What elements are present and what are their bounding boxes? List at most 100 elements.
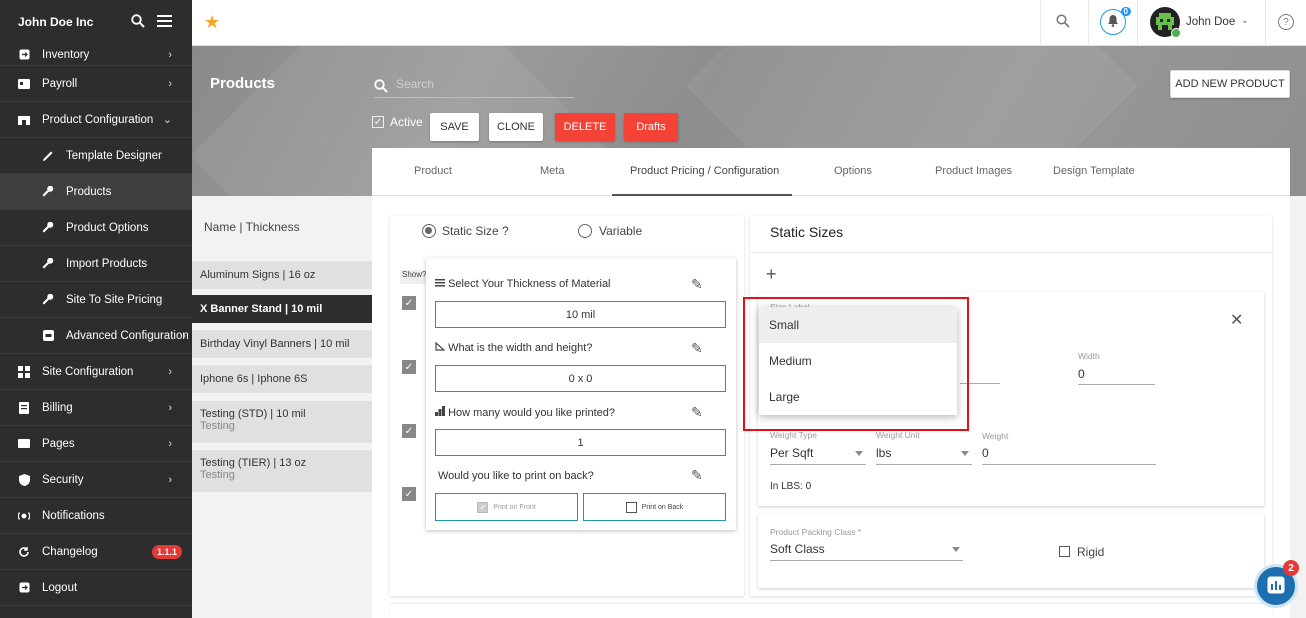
sidebar-item-site-configuration[interactable]: Site Configuration › <box>0 354 192 390</box>
question-label: What is the width and height? <box>435 341 592 354</box>
sidebar-item-products[interactable]: Products <box>0 174 192 210</box>
product-list-item[interactable]: Testing (TIER) | 13 oz Testing <box>192 450 372 492</box>
notifications-bell-button[interactable]: 0 <box>1100 7 1131 35</box>
dropdown-caret-icon <box>855 451 863 456</box>
measure-icon <box>435 341 446 354</box>
payroll-icon <box>18 78 30 90</box>
store-icon <box>18 114 30 126</box>
add-new-product-button[interactable]: ADD NEW PRODUCT <box>1170 70 1290 98</box>
question-answer-box[interactable]: 1 <box>435 429 726 456</box>
chevron-right-icon: › <box>168 401 172 414</box>
close-icon[interactable]: ✕ <box>1230 310 1243 330</box>
weight-unit-select[interactable]: lbs <box>876 446 891 460</box>
add-size-plus-icon[interactable]: + <box>766 264 777 285</box>
pages-icon <box>18 438 30 450</box>
clone-button[interactable]: CLONE <box>489 113 543 141</box>
product-list-item[interactable]: Testing (STD) | 10 mil Testing <box>192 401 372 443</box>
product-list-header: Name | Thickness <box>204 220 300 234</box>
show-checkbox[interactable]: ✓ <box>402 296 416 310</box>
sidebar-item-changelog[interactable]: Changelog 1.1.1 <box>0 534 192 570</box>
help-icon[interactable]: ? <box>1278 14 1294 30</box>
sidebar-item-security[interactable]: Security › <box>0 462 192 498</box>
tab-product[interactable]: Product <box>414 165 452 177</box>
pencil-icon <box>42 150 54 162</box>
bell-icon <box>1107 14 1119 30</box>
field-underline <box>1078 384 1155 385</box>
product-list-item[interactable]: Birthday Vinyl Banners | 10 mil <box>192 330 372 358</box>
tab-options[interactable]: Options <box>834 165 872 177</box>
edit-pencil-icon[interactable]: ✎ <box>691 404 703 421</box>
tab-meta[interactable]: Meta <box>540 165 564 177</box>
sidebar-item-billing[interactable]: Billing › <box>0 390 192 426</box>
packing-class-card <box>758 514 1264 588</box>
stack-icon <box>435 406 445 419</box>
search-input[interactable] <box>396 77 571 91</box>
sidebar-item-payroll[interactable]: Payroll › <box>0 66 192 102</box>
product-list-item[interactable]: Aluminum Signs | 16 oz <box>192 261 372 289</box>
sidebar-item-pages[interactable]: Pages › <box>0 426 192 462</box>
question-answer-box[interactable]: 10 mil <box>435 301 726 328</box>
print-on-back-option[interactable]: Print on Back <box>583 493 726 521</box>
search-icon[interactable] <box>1056 14 1070 31</box>
question-answer-box[interactable]: 0 x 0 <box>435 365 726 392</box>
highlight-box <box>743 297 969 431</box>
edit-pencil-icon[interactable]: ✎ <box>691 467 703 484</box>
weight-type-label: Weight Type <box>770 430 817 440</box>
sidebar-item-inventory[interactable]: Inventory › <box>0 44 192 66</box>
print-on-front-option[interactable]: ✓ Print on Front <box>435 493 578 521</box>
sidebar: John Doe Inc Inventory › Payroll › Produ… <box>0 0 192 618</box>
show-checkbox[interactable]: ✓ <box>402 487 416 501</box>
delete-button[interactable]: DELETE <box>555 113 615 141</box>
sidebar-item-product-options[interactable]: Product Options <box>0 210 192 246</box>
chevron-right-icon: › <box>168 437 172 450</box>
in-lbs-readout: In LBS: 0 <box>770 481 812 492</box>
search-icon[interactable] <box>131 14 145 31</box>
tab-product-images[interactable]: Product Images <box>935 165 1012 177</box>
chevron-right-icon: › <box>168 473 172 486</box>
sidebar-item-logout[interactable]: Logout <box>0 570 192 606</box>
weight-unit-label: Weight Unit <box>876 430 920 440</box>
width-field[interactable]: 0 <box>1078 367 1085 381</box>
static-size-radio[interactable] <box>422 224 436 238</box>
broadcast-icon <box>18 510 30 522</box>
weight-label: Weight <box>982 431 1009 441</box>
packing-class-select[interactable]: Soft Class <box>770 542 825 556</box>
hamburger-menu-icon[interactable] <box>157 14 172 31</box>
show-checkbox[interactable]: ✓ <box>402 424 416 438</box>
drafts-button[interactable]: Drafts <box>624 113 678 141</box>
product-list-item[interactable]: Iphone 6s | Iphone 6S <box>192 365 372 393</box>
next-section-card <box>390 604 1272 618</box>
chevron-down-icon: ⌄ <box>162 114 172 126</box>
question-label: Select Your Thickness of Material <box>435 278 611 290</box>
weight-type-select[interactable]: Per Sqft <box>770 446 813 460</box>
edit-pencil-icon[interactable]: ✎ <box>691 276 703 293</box>
show-checkbox[interactable]: ✓ <box>402 360 416 374</box>
sidebar-item-template-designer[interactable]: Template Designer <box>0 138 192 174</box>
billing-icon <box>18 401 30 414</box>
active-checkbox[interactable]: ✓ <box>372 116 384 128</box>
rigid-checkbox[interactable] <box>1059 546 1070 557</box>
sidebar-item-product-configuration[interactable]: Product Configuration ⌄ <box>0 102 192 138</box>
sidebar-item-site-to-site-pricing[interactable]: Site To Site Pricing <box>0 282 192 318</box>
product-search <box>374 76 574 98</box>
variable-radio[interactable] <box>578 224 592 238</box>
sidebar-item-notifications[interactable]: Notifications <box>0 498 192 534</box>
user-name[interactable]: John Doe <box>1186 16 1235 28</box>
page-title: Products <box>210 75 276 92</box>
star-icon[interactable]: ★ <box>204 12 220 33</box>
brand-bar: John Doe Inc <box>0 0 192 44</box>
wrench-icon <box>42 293 54 306</box>
tab-product-pricing-configuration[interactable]: Product Pricing / Configuration <box>630 165 779 177</box>
list-icon <box>435 278 445 290</box>
weight-field[interactable]: 0 <box>982 446 989 460</box>
question-label: How many would you like printed? <box>435 406 615 419</box>
tab-design-template[interactable]: Design Template <box>1053 165 1135 177</box>
sidebar-item-import-products[interactable]: Import Products <box>0 246 192 282</box>
product-list-item-selected[interactable]: X Banner Stand | 10 mil <box>192 295 372 323</box>
save-button[interactable]: SAVE <box>430 113 479 141</box>
edit-pencil-icon[interactable]: ✎ <box>691 340 703 357</box>
chart-icon <box>1267 576 1285 597</box>
static-size-label: Static Size ? <box>442 224 509 238</box>
sidebar-item-advanced-configuration[interactable]: Advanced Configuration › <box>0 318 192 354</box>
chevron-down-icon[interactable]: ⌄ <box>1241 15 1249 26</box>
